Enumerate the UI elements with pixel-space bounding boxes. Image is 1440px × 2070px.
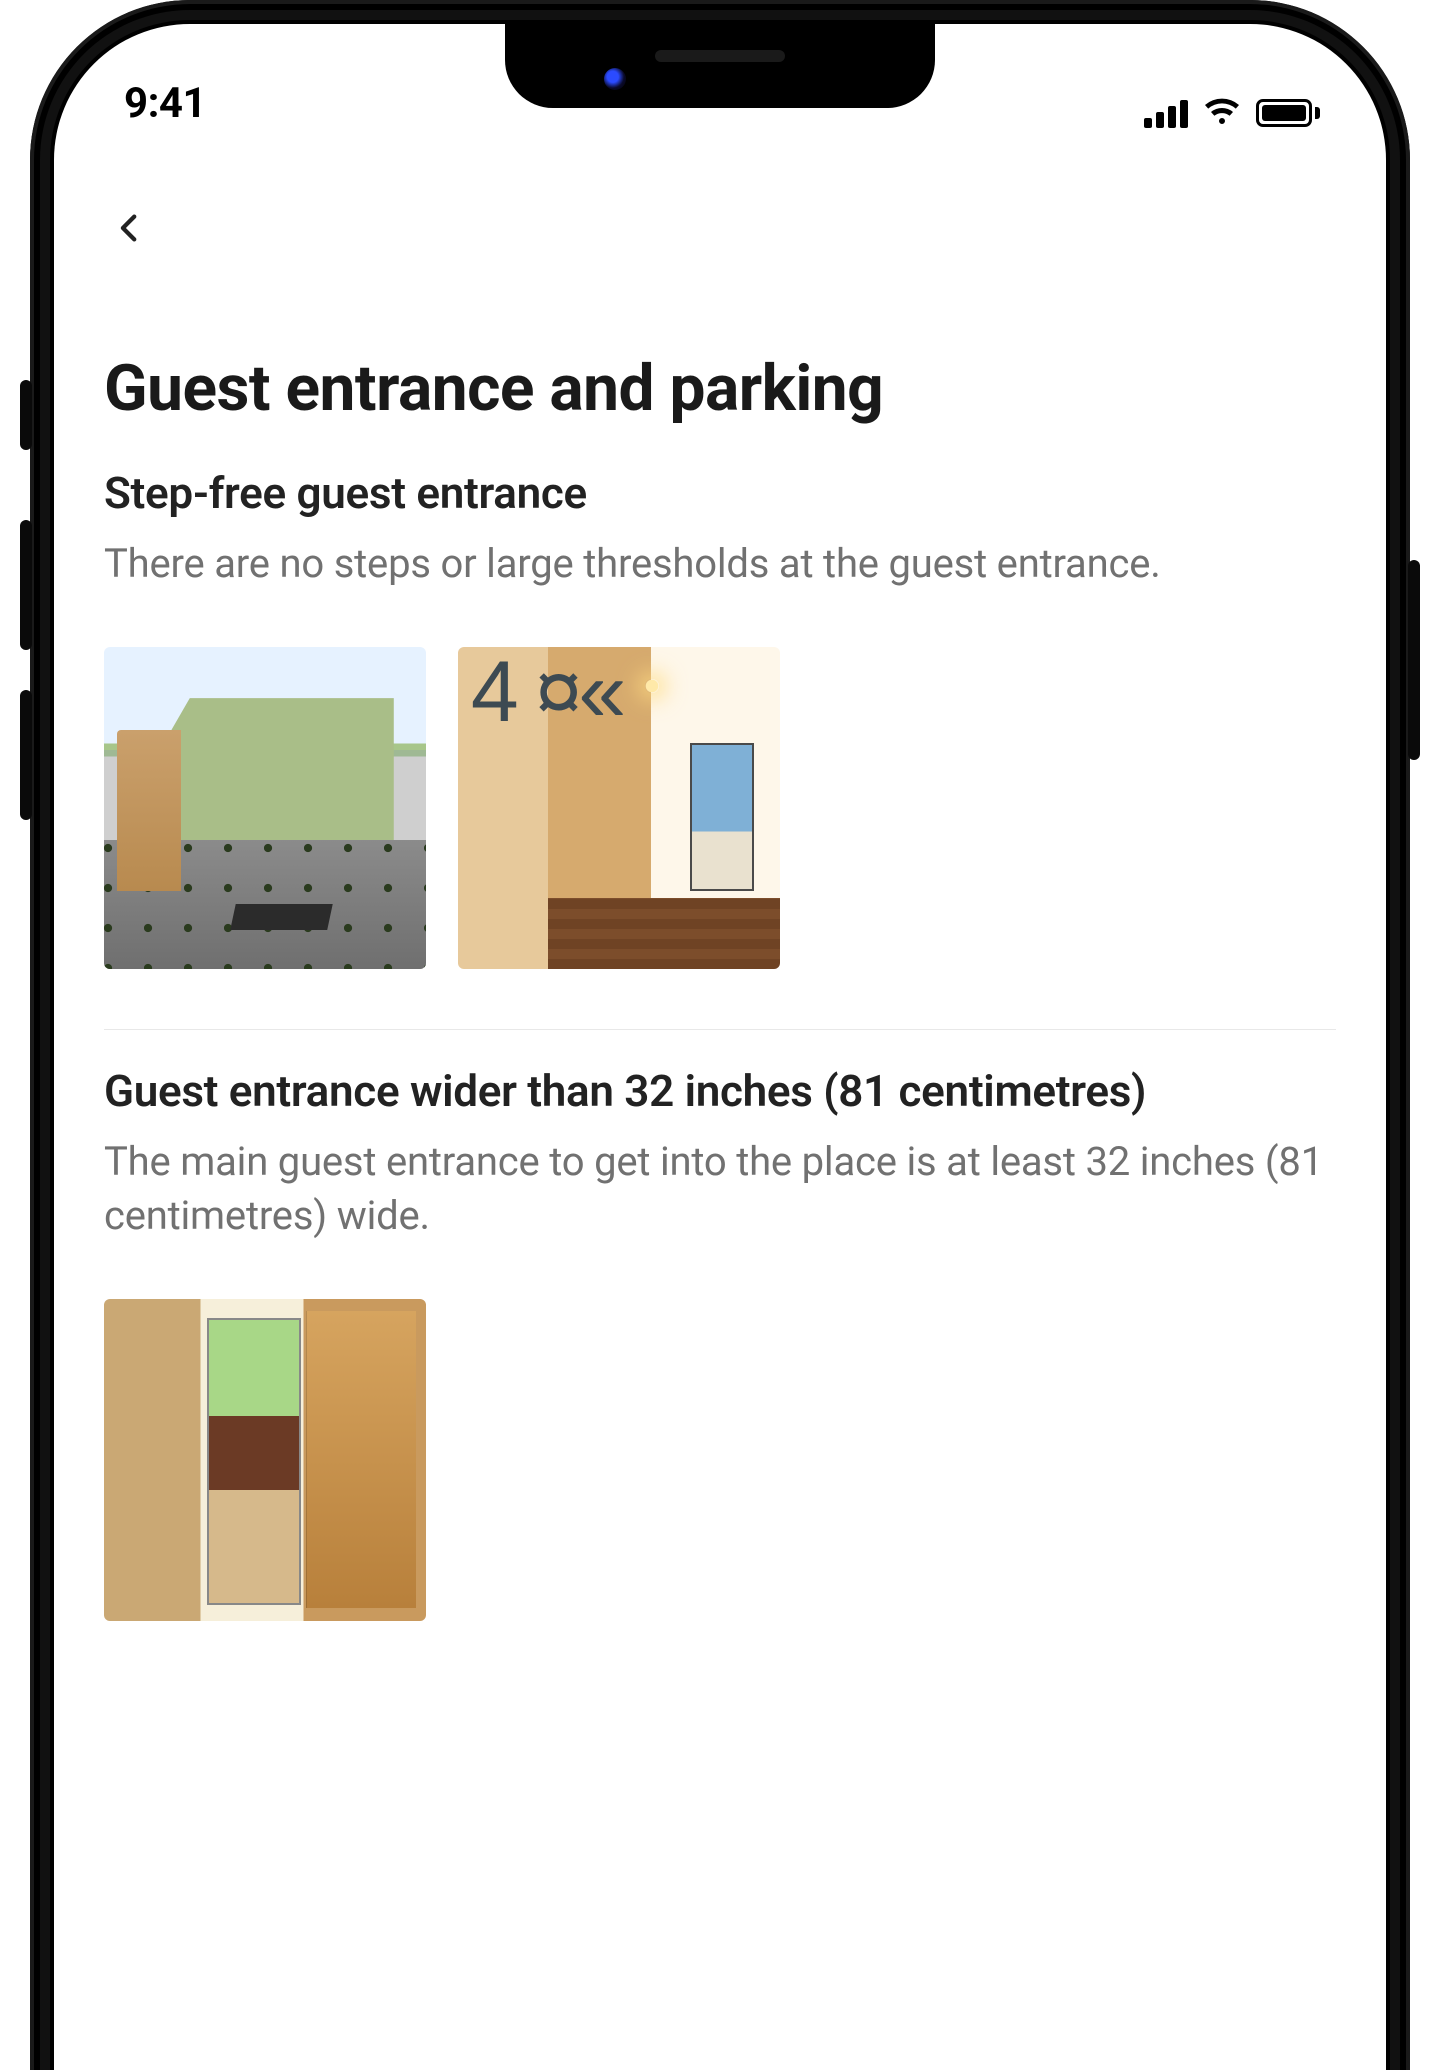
feature-title: Step-free guest entrance xyxy=(104,466,1336,521)
phone-side-button xyxy=(20,380,32,450)
phone-notch xyxy=(505,24,935,108)
feature-description: There are no steps or large thresholds a… xyxy=(104,537,1336,591)
back-button[interactable] xyxy=(98,198,162,262)
front-camera xyxy=(604,68,626,90)
phone-side-button xyxy=(1408,560,1420,760)
feature-photo-thumbnail[interactable] xyxy=(104,1299,426,1621)
feature-wide-entrance: Guest entrance wider than 32 inches (81 … xyxy=(104,1064,1336,1621)
page-title: Guest entrance and parking xyxy=(104,352,1336,426)
battery-icon xyxy=(1256,99,1320,127)
section-divider xyxy=(104,1029,1336,1030)
speaker-grill xyxy=(655,50,785,62)
phone-side-button xyxy=(20,520,32,650)
feature-photo-row xyxy=(104,1299,1336,1621)
phone-frame: 9:41 xyxy=(30,0,1410,2070)
feature-step-free-entrance: Step-free guest entrance There are no st… xyxy=(104,466,1336,969)
feature-photo-thumbnail[interactable] xyxy=(458,647,780,969)
feature-photo-row xyxy=(104,647,1336,969)
feature-description: The main guest entrance to get into the … xyxy=(104,1135,1336,1243)
chevron-left-icon xyxy=(113,211,147,249)
phone-screen: 9:41 xyxy=(54,24,1386,2070)
feature-photo-thumbnail[interactable] xyxy=(104,647,426,969)
wifi-icon xyxy=(1202,98,1242,128)
feature-title: Guest entrance wider than 32 inches (81 … xyxy=(104,1064,1336,1119)
cellular-signal-icon xyxy=(1144,98,1188,128)
status-time: 9:41 xyxy=(124,79,206,128)
phone-side-button xyxy=(20,690,32,820)
